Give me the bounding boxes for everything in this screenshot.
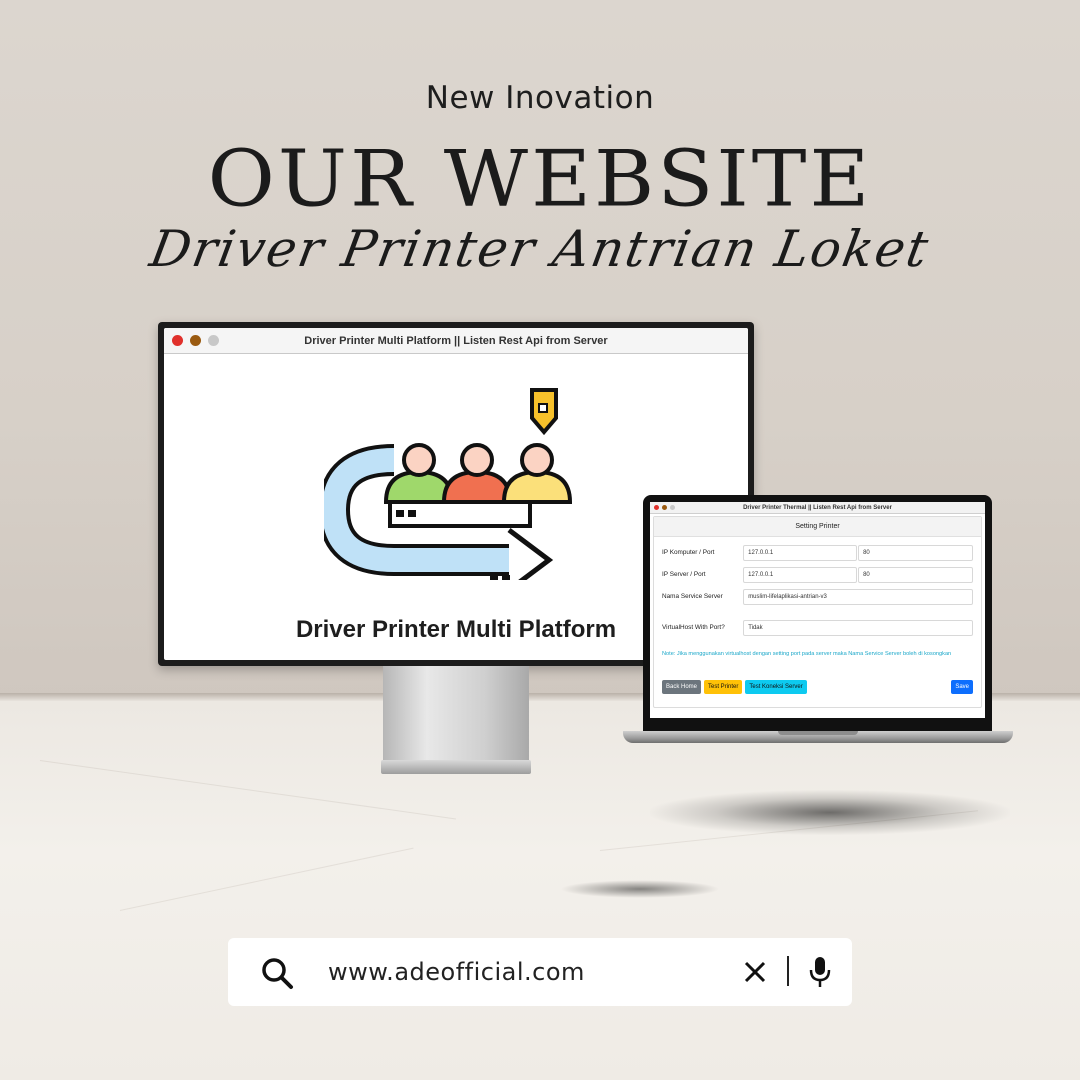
laptop-window-title: Driver Printer Thermal || Listen Rest Ap… <box>743 504 892 511</box>
ip-komputer-label: IP Komputer / Port <box>662 549 715 556</box>
desktop-window-title: Driver Printer Multi Platform || Listen … <box>304 334 608 347</box>
monitor-stand <box>383 666 529 762</box>
search-input[interactable]: www.adeofficial.com <box>328 958 585 986</box>
floor-shadow <box>560 880 720 898</box>
kicker-text: New Inovation <box>425 80 655 116</box>
save-button[interactable]: Save <box>951 680 973 694</box>
laptop-notch <box>778 731 858 735</box>
laptop: Driver Printer Thermal || Listen Rest Ap… <box>643 495 992 732</box>
row-service: Nama Service Server muslim-lifelaplikasi… <box>662 589 973 605</box>
back-home-button[interactable]: Back Home <box>662 680 702 694</box>
virtualhost-select[interactable]: Tidak <box>743 620 973 636</box>
service-label: Nama Service Server <box>662 593 723 600</box>
test-koneksi-button[interactable]: Test Koneksi Server <box>745 680 807 694</box>
background-floor <box>0 700 1080 1080</box>
headline: OUR WEBSITE <box>207 134 873 225</box>
port-server-input[interactable]: 80 <box>858 567 973 583</box>
note-text: Note: Jika menggunakan virtualhost denga… <box>662 651 952 657</box>
ip-komputer-input[interactable]: 127.0.0.1 <box>743 545 858 561</box>
service-input[interactable]: muslim-lifelaplikasi-antrian-v3 <box>743 589 973 605</box>
row-ip-server: IP Server / Port 127.0.0.1 80 <box>662 567 973 583</box>
search-divider <box>787 956 789 986</box>
test-printer-button[interactable]: Test Printer <box>704 680 743 694</box>
ip-server-input[interactable]: 127.0.0.1 <box>743 567 858 583</box>
button-row: Back Home Test Printer Test Koneksi Serv… <box>662 680 973 694</box>
row-virtualhost: VirtualHost With Port? Tidak <box>662 620 973 636</box>
close-icon[interactable] <box>743 960 767 984</box>
search-icon[interactable] <box>260 956 294 990</box>
ip-server-label: IP Server / Port <box>662 571 706 578</box>
virtualhost-label: VirtualHost With Port? <box>662 624 725 631</box>
search-bar[interactable]: www.adeofficial.com <box>228 938 852 1006</box>
port-komputer-input[interactable]: 80 <box>858 545 973 561</box>
queue-people-icon <box>324 388 573 580</box>
laptop-shadow <box>650 790 1010 835</box>
monitor-stand-base <box>381 760 531 774</box>
microphone-icon[interactable] <box>808 956 832 988</box>
script-subtitle: Driver Printer Antrian Loket <box>145 220 935 278</box>
desktop-titlebar: Driver Printer Multi Platform || Listen … <box>164 328 748 354</box>
setting-printer-card: Setting Printer IP Komputer / Port 127.0… <box>653 516 982 708</box>
laptop-window: Driver Printer Thermal || Listen Rest Ap… <box>650 502 985 718</box>
laptop-titlebar: Driver Printer Thermal || Listen Rest Ap… <box>650 502 985 514</box>
row-ip-komputer: IP Komputer / Port 127.0.0.1 80 <box>662 545 973 561</box>
card-title: Setting Printer <box>654 517 981 537</box>
